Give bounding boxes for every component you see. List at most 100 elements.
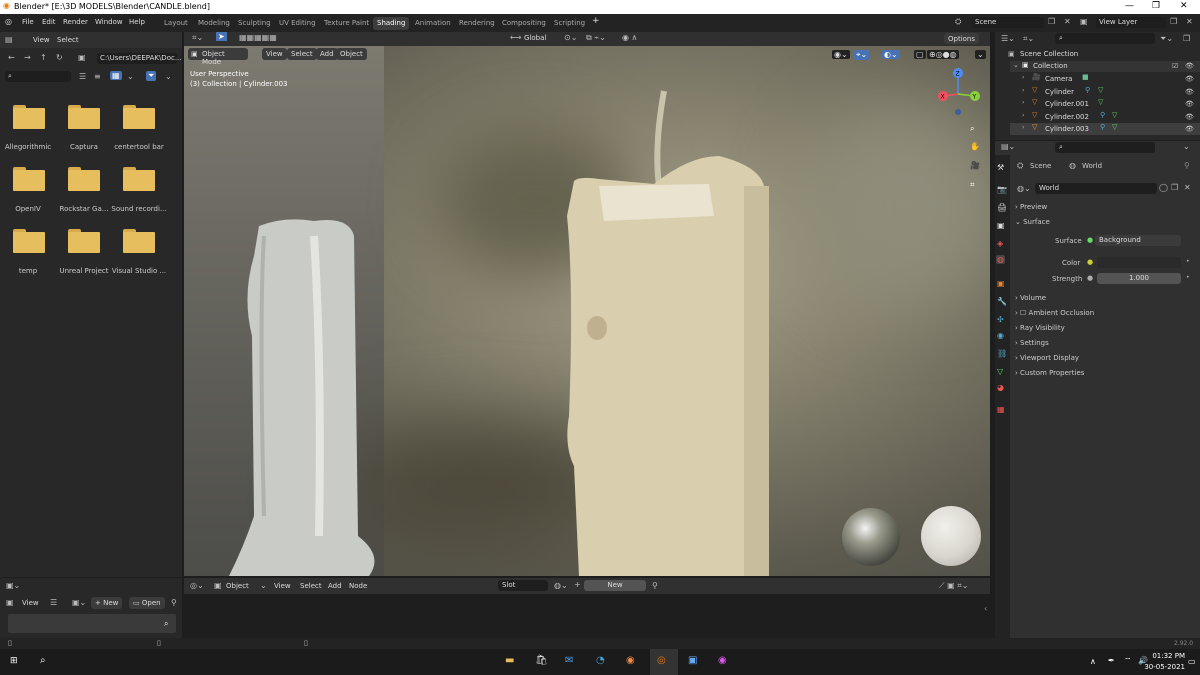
data-tab-icon[interactable]: ▽	[997, 367, 1003, 376]
folder-icon[interactable]	[13, 105, 45, 129]
camera-view-icon[interactable]: 🎥	[970, 161, 980, 170]
color-swatch[interactable]	[1097, 257, 1181, 268]
hamburger-icon[interactable]: ☰	[50, 598, 57, 607]
ie-new-button[interactable]: + New	[91, 597, 123, 609]
menu-help[interactable]: Help	[129, 18, 145, 26]
chrome-icon[interactable]: ◉	[626, 655, 635, 666]
panel-preview[interactable]: › Preview	[1015, 203, 1047, 211]
folder-icon[interactable]	[68, 167, 100, 191]
image-browse-icon[interactable]: ▣⌄	[72, 598, 86, 607]
notifications-icon[interactable]: ▭	[1188, 657, 1196, 666]
properties-search-input[interactable]: ⌕	[1055, 142, 1155, 153]
folder-icon[interactable]	[13, 167, 45, 191]
scene-tab-icon[interactable]: ◈	[997, 239, 1003, 248]
proportional-edit-icon[interactable]: ◉ ∧	[622, 33, 637, 42]
breadcrumb-world[interactable]: World	[1082, 162, 1102, 170]
outliner-item-cylinder[interactable]: Cylinder	[1045, 88, 1074, 96]
filter-icon[interactable]: ⏷⌄	[1160, 34, 1173, 44]
tab-uv-editing[interactable]: UV Editing	[275, 17, 320, 30]
folder-label[interactable]: OpenIV	[0, 205, 58, 213]
new-view-layer-icon[interactable]: ❐	[1170, 17, 1177, 26]
view-layer-tab-icon[interactable]: ▣	[997, 221, 1005, 230]
render-tab-icon[interactable]: 📷	[997, 185, 1007, 194]
parent-dir-icon[interactable]: ↑	[40, 53, 47, 62]
new-world-plus-icon[interactable]: +	[574, 580, 581, 589]
fb-view-menu[interactable]: View	[33, 36, 50, 44]
file-path-field[interactable]: C:\Users\DEEPAK\Doc...	[97, 53, 182, 64]
vp-select-menu[interactable]: Select	[287, 48, 317, 60]
new-scene-icon[interactable]: ❐	[1048, 17, 1055, 26]
output-tab-icon[interactable]: 🖨	[997, 203, 1007, 212]
tab-shading[interactable]: Shading	[373, 17, 410, 30]
surface-shader-dropdown[interactable]: Background	[1095, 235, 1181, 246]
shader-type-icon[interactable]: ▣	[214, 581, 222, 590]
snap-icon[interactable]: ⧉ ⌁⌄	[586, 33, 606, 43]
orientation-dropdown[interactable]: Global	[524, 34, 546, 42]
refresh-icon[interactable]: ↻	[56, 53, 63, 62]
file-explorer-icon[interactable]: ▬	[505, 655, 514, 666]
panel-ambient-occlusion[interactable]: › ☐ Ambient Occlusion	[1015, 309, 1094, 317]
ne-select-menu[interactable]: Select	[300, 582, 322, 590]
outliner-collection[interactable]: Collection	[1033, 62, 1068, 70]
pin-icon[interactable]: ⚲	[1184, 161, 1190, 170]
ne-view-menu[interactable]: View	[274, 582, 291, 590]
folder-label[interactable]: Rockstar Ga...	[54, 205, 114, 213]
tab-compositing[interactable]: Compositing	[498, 17, 550, 30]
close-button[interactable]: ✕	[1180, 1, 1188, 11]
maximize-button[interactable]: ❐	[1152, 1, 1160, 11]
tab-layout[interactable]: Layout	[160, 17, 192, 30]
tool-tab-icon[interactable]: ⚒	[997, 163, 1004, 172]
folder-label[interactable]: centertool bar	[109, 143, 169, 151]
outliner-item-cylinder-003[interactable]: Cylinder.003	[1045, 125, 1089, 133]
duplicate-icon[interactable]: ❐	[1171, 183, 1178, 192]
dropdown-arrow-icon[interactable]: ⌄	[1183, 142, 1190, 151]
panel-ray-visibility[interactable]: › Ray Visibility	[1015, 324, 1065, 332]
filter-dropdown-icon[interactable]: ⌄	[165, 72, 172, 81]
vertical-list-icon[interactable]: ☰	[79, 72, 86, 81]
panel-volume[interactable]: › Volume	[1015, 294, 1046, 302]
fake-user-icon[interactable]: ◯	[1159, 183, 1168, 192]
properties-editor-type-icon[interactable]: ▤⌄	[1001, 142, 1015, 151]
zoom-icon[interactable]: ⌕	[970, 124, 974, 134]
new-collection-icon[interactable]: ❐	[1183, 34, 1190, 43]
eye-icon[interactable]: 👁	[1185, 75, 1194, 83]
world-tab-icon[interactable]: ◍	[996, 255, 1005, 264]
folder-icon[interactable]	[123, 105, 155, 129]
folder-label[interactable]: temp	[0, 267, 58, 275]
outliner-item-cylinder-001[interactable]: Cylinder.001	[1045, 100, 1089, 108]
shader-type-dropdown[interactable]: Object	[226, 582, 249, 590]
eye-icon[interactable]: 👁	[1185, 113, 1194, 121]
pin-icon[interactable]: ⚲	[171, 598, 177, 607]
eye-icon[interactable]: 👁	[1185, 62, 1194, 70]
ne-node-menu[interactable]: Node	[349, 582, 367, 590]
expand-arrow-icon[interactable]: ›	[1022, 99, 1024, 106]
expand-arrow-icon[interactable]: ›	[1022, 124, 1024, 131]
edge-icon[interactable]: ◔	[596, 655, 605, 666]
thumbnail-view-icon[interactable]: ▦	[110, 71, 122, 80]
folder-icon[interactable]	[123, 167, 155, 191]
vp-add-menu[interactable]: Add	[316, 48, 338, 60]
vp-object-menu[interactable]: Object	[336, 48, 367, 60]
outliner-editor-type-icon[interactable]: ☰⌄	[1001, 34, 1015, 43]
outliner-item-camera[interactable]: Camera	[1045, 75, 1072, 83]
tab-sculpting[interactable]: Sculpting	[234, 17, 275, 30]
pivot-icon[interactable]: ⊙⌄	[564, 33, 577, 42]
tab-animation[interactable]: Animation	[411, 17, 455, 30]
outliner-item-cylinder-002[interactable]: Cylinder.002	[1045, 113, 1089, 121]
world-name-field[interactable]: World	[1035, 183, 1157, 194]
keyframe-dot-icon[interactable]: •	[1186, 274, 1190, 281]
clock-time[interactable]: 01:32 PM	[1125, 652, 1185, 660]
3d-viewport[interactable]: User Perspective (3) Collection | Cylind…	[184, 46, 990, 576]
clock-date[interactable]: 30-05-2021	[1125, 663, 1185, 671]
minimize-button[interactable]: —	[1125, 1, 1134, 11]
keyframe-dot-icon[interactable]: •	[1186, 258, 1190, 265]
menu-render[interactable]: Render	[63, 18, 88, 26]
tab-rendering[interactable]: Rendering	[455, 17, 499, 30]
editor-type-icon[interactable]: ◎⌄	[190, 581, 204, 590]
breadcrumb-scene[interactable]: Scene	[1030, 162, 1051, 170]
pin-icon[interactable]: ⚲	[652, 581, 658, 590]
ao-checkbox-icon[interactable]: ☐	[1020, 309, 1026, 317]
editor-type-icon[interactable]: ⌗⌄	[192, 33, 203, 43]
options-dropdown[interactable]: Options	[944, 33, 980, 44]
texture-tab-icon[interactable]: ▦	[997, 405, 1005, 414]
